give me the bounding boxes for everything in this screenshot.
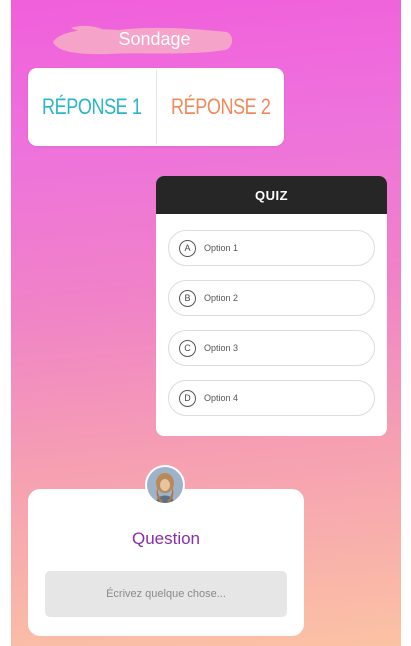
poll-option-1[interactable]: RÉPONSE 1	[39, 68, 144, 146]
question-answer-input[interactable]: Écrivez quelque chose...	[45, 571, 287, 617]
quiz-option-label: Option 4	[204, 393, 239, 403]
poll-divider	[155, 70, 157, 144]
quiz-option-b[interactable]: B Option 2	[168, 280, 375, 316]
poll-option-2[interactable]: RÉPONSE 2	[168, 68, 273, 146]
option-letter-badge: C	[179, 339, 196, 357]
quiz-sticker: QUIZ A Option 1 B Option 2 C Option 3 D …	[156, 176, 387, 436]
option-letter-badge: B	[179, 289, 196, 307]
question-sticker: Question Écrivez quelque chose...	[28, 489, 304, 636]
user-avatar-icon	[145, 465, 185, 505]
poll-title-sticker[interactable]: Sondage	[49, 22, 234, 56]
quiz-option-label: Option 3	[204, 343, 239, 353]
question-title: Question	[131, 529, 201, 548]
poll-title: Sondage	[118, 29, 191, 49]
quiz-option-label: Option 2	[204, 293, 239, 303]
story-canvas: Sondage RÉPONSE 1 RÉPONSE 2 QUIZ A Optio…	[11, 0, 401, 646]
quiz-option-c[interactable]: C Option 3	[168, 330, 375, 366]
poll-sticker: RÉPONSE 1 RÉPONSE 2	[28, 68, 284, 146]
quiz-option-label: Option 1	[204, 243, 239, 253]
quiz-option-a[interactable]: A Option 1	[168, 230, 375, 266]
option-letter-badge: D	[179, 389, 196, 407]
quiz-option-d[interactable]: D Option 4	[168, 380, 375, 416]
quiz-header: QUIZ	[156, 176, 387, 214]
quiz-options-list: A Option 1 B Option 2 C Option 3 D Optio…	[156, 214, 387, 416]
option-letter-badge: A	[179, 239, 196, 257]
